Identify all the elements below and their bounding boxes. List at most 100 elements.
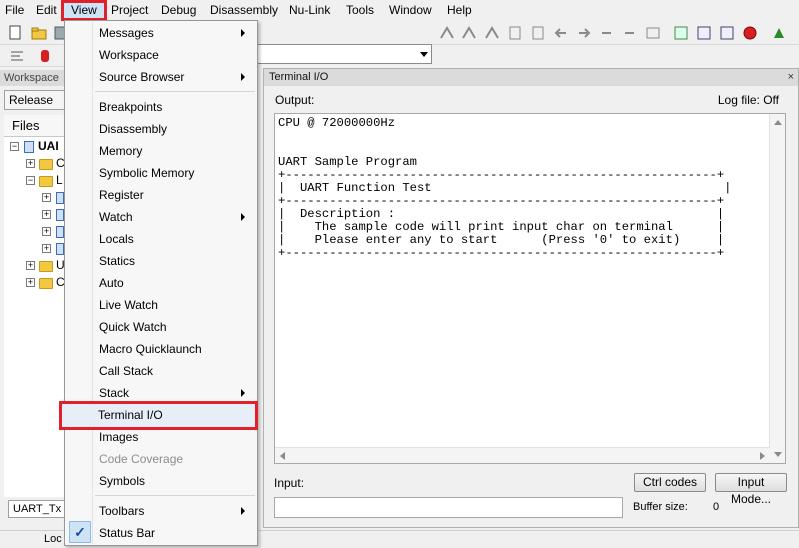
navigate-forward-icon[interactable] — [575, 24, 593, 42]
find-next-icon[interactable] — [483, 24, 501, 42]
make-icon[interactable] — [672, 24, 690, 42]
menu-item-symbolic-memory[interactable]: Symbolic Memory — [99, 162, 194, 184]
new-file-icon[interactable] — [6, 24, 24, 42]
tree-node[interactable]: + c — [42, 207, 66, 223]
menu-file[interactable]: File — [5, 0, 24, 20]
menu-item-live-watch[interactable]: Live Watch — [99, 294, 158, 316]
menu-item-messages[interactable]: Messages — [99, 22, 154, 44]
folder-icon — [39, 176, 53, 187]
file-icon — [56, 226, 64, 238]
terminal-output-text: CPU @ 72000000Hz UART Sample Program +--… — [278, 116, 732, 260]
menu-item-breakpoints[interactable]: Breakpoints — [99, 96, 162, 118]
reset-icon[interactable] — [8, 47, 26, 65]
stop-icon[interactable] — [741, 24, 759, 42]
expand-icon[interactable]: + — [42, 210, 51, 219]
menu-item-register[interactable]: Register — [99, 184, 144, 206]
expand-icon[interactable]: + — [26, 278, 35, 287]
menu-item-auto[interactable]: Auto — [99, 272, 124, 294]
find-icon[interactable] — [460, 24, 478, 42]
menu-view[interactable]: View — [71, 0, 97, 20]
halt-hand-icon[interactable] — [36, 47, 54, 65]
menu-item-status-bar[interactable]: Status Bar — [99, 522, 155, 544]
bookmark-prev-icon[interactable] — [598, 24, 616, 42]
tree-node[interactable]: + C — [26, 156, 66, 172]
compile-icon[interactable] — [644, 24, 662, 42]
buffer-size-label: Buffer size: — [633, 501, 688, 513]
menu-item-workspace[interactable]: Workspace — [99, 44, 159, 66]
workspace-title: Workspace — [0, 70, 66, 86]
close-icon[interactable]: × — [788, 70, 794, 85]
scroll-down-icon[interactable] — [774, 452, 782, 457]
collapse-icon[interactable]: − — [10, 142, 19, 151]
menu-nu-link[interactable]: Nu-Link — [289, 0, 330, 20]
input-label: Input: — [274, 476, 305, 490]
menu-item-call-stack[interactable]: Call Stack — [99, 360, 153, 382]
tree-label: L — [56, 173, 63, 187]
menu-project[interactable]: Project — [111, 0, 148, 20]
tree-node[interactable]: + c — [42, 241, 66, 257]
menu-item-watch[interactable]: Watch — [99, 206, 133, 228]
expand-icon[interactable]: + — [26, 261, 35, 270]
tree-node-project[interactable]: − UAI — [10, 139, 70, 155]
tree-node[interactable]: + c — [42, 190, 66, 206]
expand-icon[interactable]: + — [42, 227, 51, 236]
ctrl-codes-button[interactable]: Ctrl codes — [634, 473, 706, 492]
submenu-arrow-icon — [241, 213, 245, 221]
terminal-output[interactable]: CPU @ 72000000Hz UART Sample Program +--… — [274, 113, 786, 464]
tree-node[interactable]: + C — [26, 275, 66, 291]
scroll-left-icon[interactable] — [280, 452, 285, 460]
replace-icon[interactable] — [506, 24, 524, 42]
tree-node[interactable]: + U — [26, 258, 66, 274]
collapse-icon[interactable]: − — [26, 176, 35, 185]
horizontal-scrollbar[interactable] — [275, 447, 770, 463]
menu-item-statics[interactable]: Statics — [99, 250, 135, 272]
download-debug-icon[interactable] — [770, 24, 788, 42]
menu-item-disassembly[interactable]: Disassembly — [99, 118, 167, 140]
menu-item-memory[interactable]: Memory — [99, 140, 142, 162]
scroll-right-icon[interactable] — [760, 452, 765, 460]
stop-build-icon[interactable] — [695, 24, 713, 42]
goto-icon[interactable] — [529, 24, 547, 42]
toggle-bookmark-icon[interactable] — [438, 24, 456, 42]
expand-icon[interactable]: + — [26, 159, 35, 168]
menu-item-locals[interactable]: Locals — [99, 228, 134, 250]
menu-window[interactable]: Window — [389, 0, 432, 20]
submenu-arrow-icon — [241, 507, 245, 515]
menu-item-macro-quicklaunch[interactable]: Macro Quicklaunch — [99, 338, 202, 360]
submenu-arrow-icon — [241, 389, 245, 397]
file-icon — [56, 243, 64, 255]
build-config-select[interactable]: Release — [4, 90, 66, 110]
submenu-arrow-icon — [241, 73, 245, 81]
terminal-input-field[interactable] — [274, 497, 623, 518]
menu-item-quick-watch[interactable]: Quick Watch — [99, 316, 167, 338]
menu-edit[interactable]: Edit — [36, 0, 57, 20]
menu-item-toolbars[interactable]: Toolbars — [99, 500, 144, 522]
open-folder-icon[interactable] — [30, 24, 48, 42]
menu-separator — [95, 91, 255, 92]
menu-item-code-coverage: Code Coverage — [99, 452, 184, 466]
debug-toolbar — [0, 45, 64, 67]
menu-debug[interactable]: Debug — [161, 0, 196, 20]
tree-node[interactable]: + c — [42, 224, 66, 240]
view-menu-dropdown: Messages Workspace Source Browser Breakp… — [64, 20, 258, 546]
folder-icon — [39, 261, 53, 272]
submenu-arrow-icon — [241, 29, 245, 37]
workspace-tab[interactable]: UART_Tx — [8, 500, 66, 518]
workspace-tree: − UAI + C − L + c + c + c + c + U + C — [4, 137, 66, 497]
expand-icon[interactable]: + — [42, 193, 51, 202]
menu-item-source-browser[interactable]: Source Browser — [99, 66, 184, 88]
bookmark-next-icon[interactable] — [621, 24, 639, 42]
breakpoint-icon[interactable] — [718, 24, 736, 42]
scroll-up-icon[interactable] — [774, 120, 782, 125]
navigate-back-icon[interactable] — [552, 24, 570, 42]
tree-node[interactable]: − L — [26, 173, 66, 189]
find-combo[interactable] — [256, 44, 432, 64]
input-mode-button[interactable]: Input Mode... — [715, 473, 787, 506]
menu-disassembly[interactable]: Disassembly — [210, 0, 278, 20]
menu-item-terminal-io[interactable]: Terminal I/O — [59, 401, 258, 430]
expand-icon[interactable]: + — [42, 244, 51, 253]
vertical-scrollbar[interactable] — [769, 114, 785, 463]
menu-tools[interactable]: Tools — [346, 0, 374, 20]
menu-help[interactable]: Help — [447, 0, 472, 20]
menu-item-symbols[interactable]: Symbols — [99, 470, 145, 492]
